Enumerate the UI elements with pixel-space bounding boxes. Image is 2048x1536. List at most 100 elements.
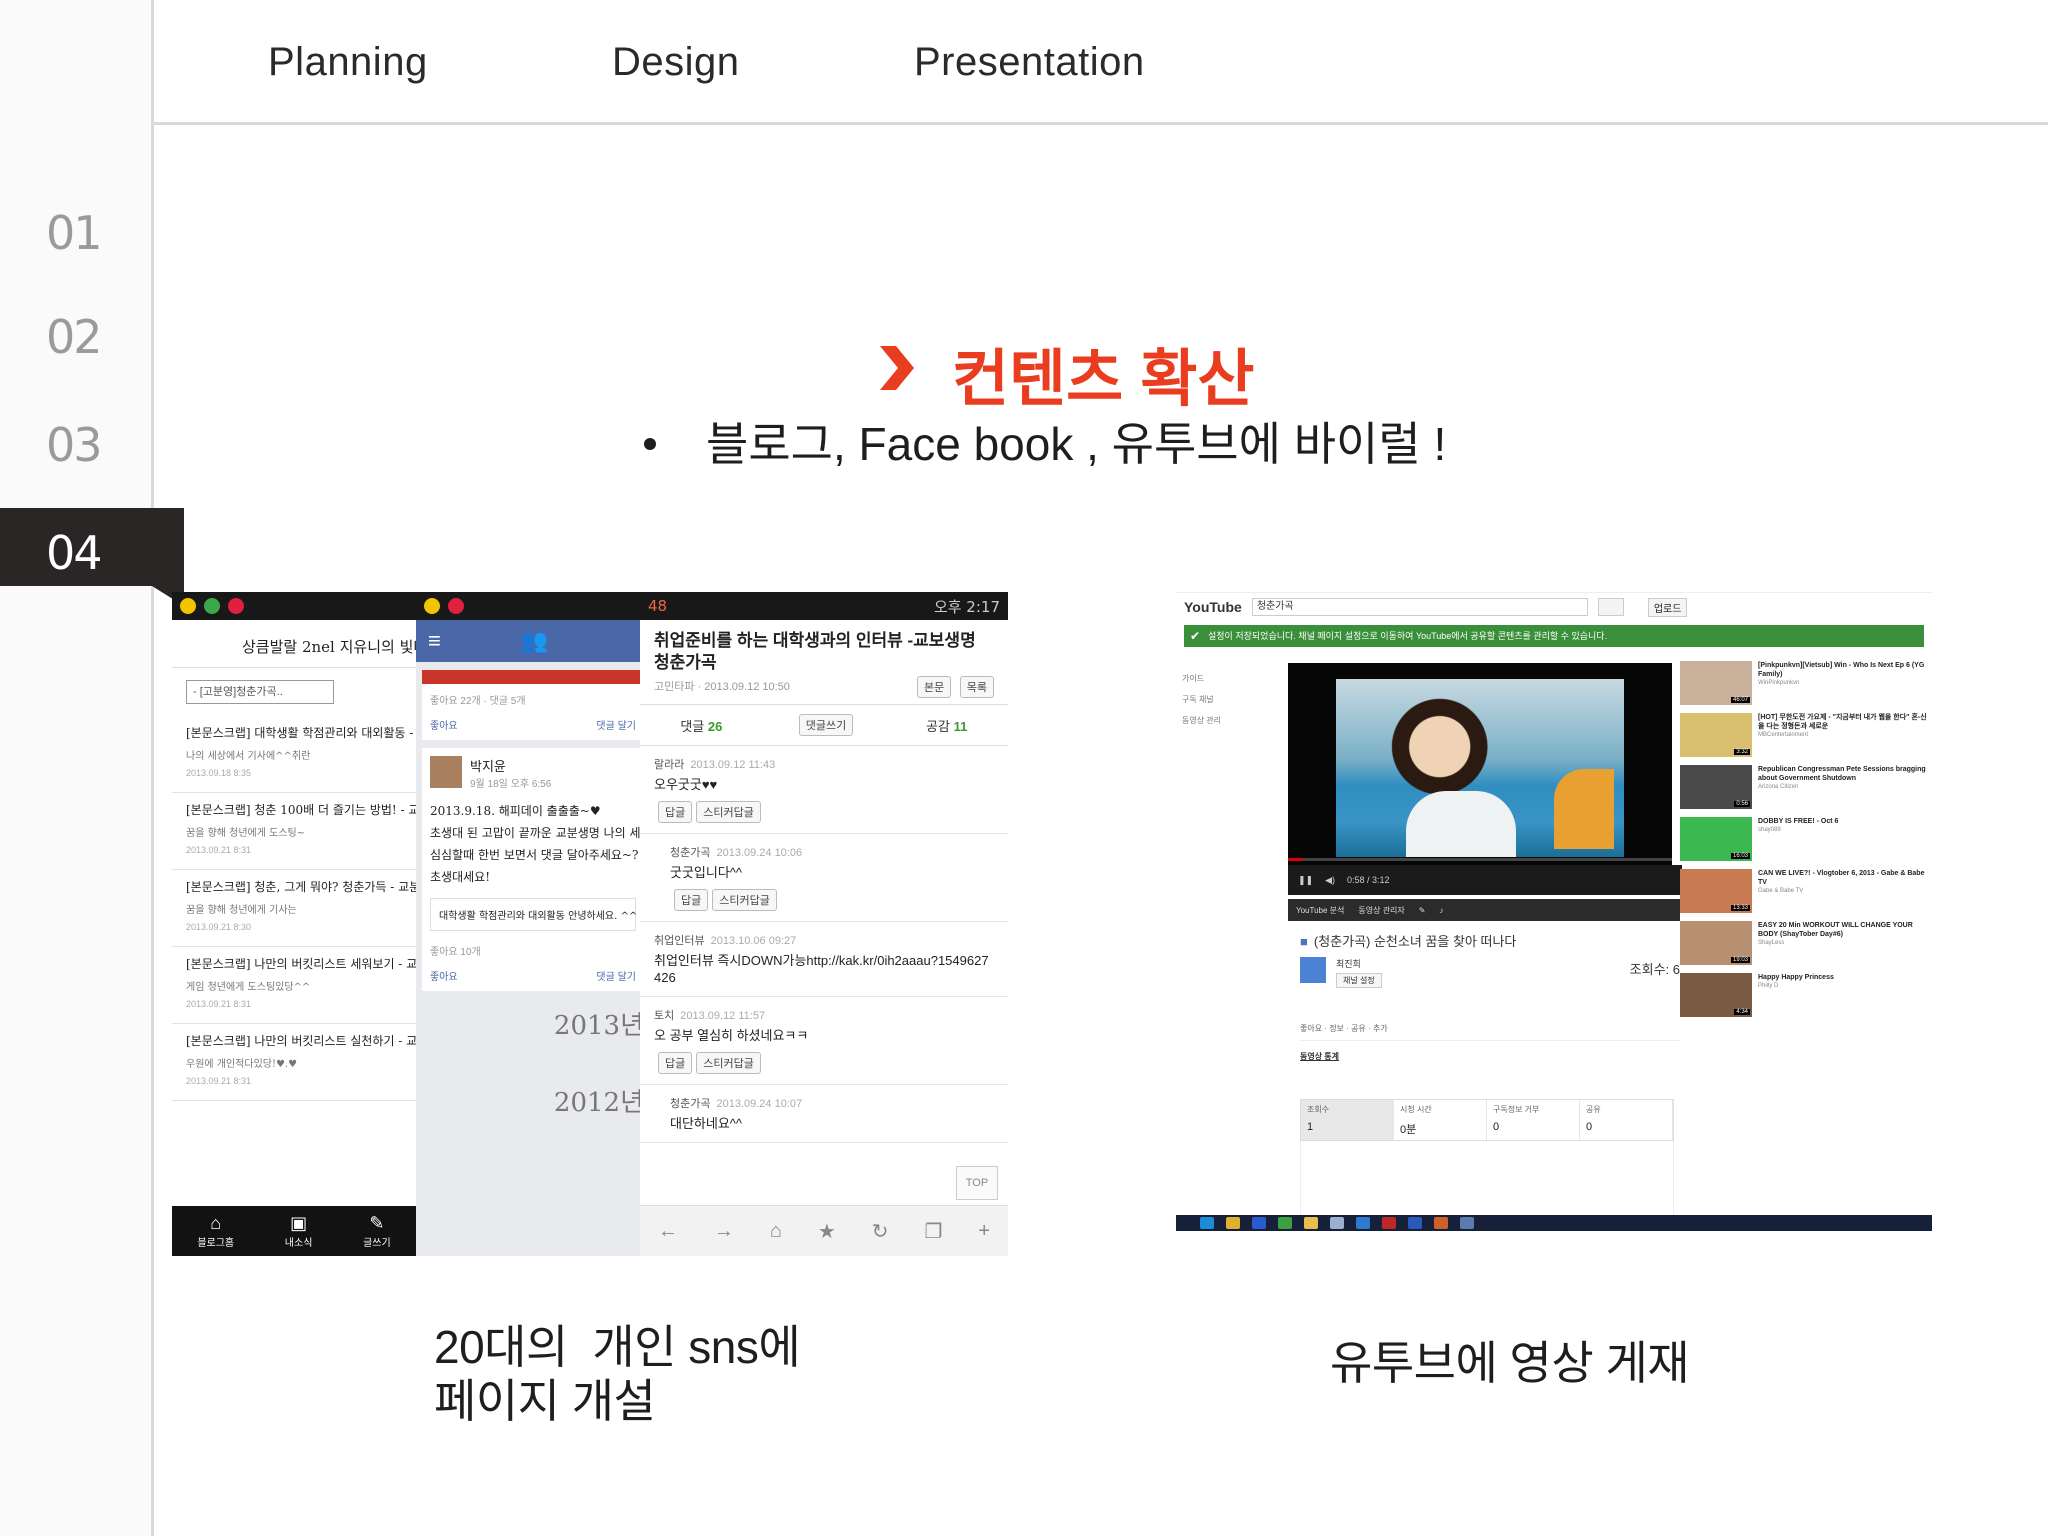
nav-planning[interactable]: Planning — [268, 40, 428, 85]
tab-blog-home[interactable]: ⌂ 블로그홈 — [197, 1213, 234, 1249]
tab-empathy[interactable]: 공감 11 — [885, 716, 1008, 735]
pause-icon[interactable]: ❚❚ — [1298, 875, 1313, 886]
like-button[interactable]: 좋아요 — [430, 968, 458, 983]
facebook-phone-screenshot: ≡ 👥 좋아요 22개 · 댓글 5개 좋아요 댓글 달기 박지윤 9월 18일… — [416, 592, 650, 1256]
related-video[interactable]: 19:03 EASY 20 Min WORKOUT WILL CHANGE YO… — [1680, 921, 1928, 973]
stat-cell[interactable]: 시청 시간 0분 — [1394, 1100, 1487, 1140]
right-caption: 유투브에 영상 게재 — [1330, 1337, 1690, 1389]
app-icon[interactable] — [1252, 1217, 1266, 1229]
guide-item[interactable]: 동영상 관리 — [1182, 715, 1252, 726]
nav-presentation[interactable]: Presentation — [914, 40, 1145, 85]
news-icon: ▣ — [290, 1213, 308, 1233]
app-icon[interactable] — [1278, 1217, 1292, 1229]
list-item[interactable]: [본문스크랩] 대학생활 학점관리와 대외활동 - 교 나의 세상에서 기사에^… — [172, 716, 416, 793]
timeline-year[interactable]: 2012년 — [416, 1082, 650, 1119]
browser-nav-bar: ← → ⌂ ★ ↻ ❐ + — [640, 1205, 1008, 1256]
music-icon[interactable]: ♪ — [1439, 906, 1443, 915]
tab-news[interactable]: ▣ 내소식 — [285, 1213, 313, 1249]
word-icon[interactable] — [1408, 1217, 1422, 1229]
list-button[interactable]: 목록 — [959, 676, 994, 698]
comment-button[interactable]: 댓글 달기 — [596, 968, 636, 983]
related-video[interactable]: 13:33 CAN WE LIVE?! - Vlogtober 6, 2013 … — [1680, 869, 1928, 921]
stat-cell[interactable]: 공유 0 — [1580, 1100, 1673, 1140]
related-video[interactable]: 0:56 Republican Congressman Pete Session… — [1680, 765, 1928, 817]
nav-design[interactable]: Design — [612, 40, 740, 85]
related-video[interactable]: 16:03 DOBBY IS FREE! - Oct 6 shay089 — [1680, 817, 1928, 869]
bullet-point: 블로그, Face book , 유투브에 바이럴 ! — [644, 408, 1446, 474]
tab-comments[interactable]: 댓글 26 — [640, 716, 763, 735]
list-item[interactable]: [본문스크랩] 청춘 100배 더 즐기는 방법! - 교분생 꿈을 향해 청년… — [172, 793, 416, 870]
sidebar-item-03[interactable]: 03 — [46, 418, 103, 472]
volume-icon[interactable]: ◀) — [1325, 875, 1335, 886]
guide-item[interactable]: 구독 채널 — [1182, 694, 1252, 705]
tab-write-comment[interactable]: 댓글쓰기 — [763, 714, 886, 736]
channel-settings-button[interactable]: 채널 설정 — [1336, 973, 1382, 988]
video-thumbnail: 46:07 — [1680, 661, 1752, 705]
refresh-icon[interactable]: ↻ — [872, 1219, 889, 1244]
forward-icon[interactable]: → — [714, 1220, 734, 1243]
blog-bottom-bar: ⌂ 블로그홈 ▣ 내소식 ✎ 글쓰기 — [172, 1206, 416, 1256]
edit-icon[interactable]: ✎ — [1419, 906, 1426, 915]
video-player[interactable]: ❚❚ ◀) 0:58 / 3:12 — [1288, 663, 1682, 895]
folder-icon[interactable] — [1304, 1217, 1318, 1229]
video-manager-button[interactable]: 동영상 관리자 — [1358, 905, 1404, 916]
home-icon[interactable]: ⌂ — [770, 1220, 782, 1243]
powerpoint-icon[interactable] — [1434, 1217, 1448, 1229]
related-video[interactable]: 46:07 [Pinkpunkvn][Vietsub] Win - Who Is… — [1680, 661, 1928, 713]
list-item[interactable]: [본문스크랩] 나만의 버킷리스트 실천하기 - 교분생명 우원에 개인적다있당… — [172, 1024, 416, 1101]
app-icon[interactable] — [1356, 1217, 1370, 1229]
sticker-reply-button[interactable]: 스티커답글 — [696, 801, 761, 823]
post-snippet: 나의 세상에서 기사에^^취란 — [186, 751, 311, 762]
category-select[interactable]: - [고분영]청춘가곡.. — [186, 680, 334, 704]
avatar — [430, 756, 462, 788]
header-divider — [153, 122, 2048, 125]
stat-cell[interactable]: 구독정보 거부 0 — [1487, 1100, 1580, 1140]
menu-icon[interactable]: ≡ — [428, 628, 441, 654]
reply-button[interactable]: 답글 — [658, 801, 693, 823]
friends-icon[interactable]: 👥 — [521, 628, 548, 654]
plus-icon[interactable]: + — [978, 1220, 990, 1243]
guide-item[interactable]: 가이드 — [1182, 673, 1252, 684]
list-item[interactable]: [본문스크랩] 나만의 버킷리스트 세워보기 - 교분생명 게임 청년에게 도스… — [172, 947, 416, 1024]
search-input[interactable]: 청춘가곡 — [1251, 598, 1588, 616]
body-button[interactable]: 본문 — [917, 676, 952, 698]
sticker-reply-button[interactable]: 스티커답글 — [712, 889, 777, 911]
related-video[interactable]: 4:34 Happy Happy Princess Philly D — [1680, 973, 1928, 1025]
ie-icon[interactable] — [1200, 1217, 1214, 1229]
post-snippet: 게임 청년에게 도스팅있당^^ — [186, 982, 311, 993]
tab-write[interactable]: ✎ 글쓰기 — [363, 1213, 391, 1249]
search-button[interactable] — [1597, 598, 1624, 616]
channel-name[interactable]: 최진희 — [1336, 957, 1361, 970]
tabs-icon[interactable]: ❐ — [924, 1219, 942, 1244]
sticker-reply-button[interactable]: 스티커답글 — [696, 1052, 761, 1074]
post-date: 2013.09.21 8:31 — [186, 999, 252, 1009]
app-icon[interactable] — [1460, 1217, 1474, 1229]
video-stats-heading[interactable]: 동영상 통계 — [1300, 1051, 1339, 1062]
analytics-button[interactable]: YouTube 분석 — [1296, 905, 1344, 916]
folder-icon[interactable] — [1226, 1217, 1240, 1229]
youtube-logo[interactable]: YouTube — [1184, 599, 1242, 615]
reply-button[interactable]: 답글 — [658, 1052, 693, 1074]
video-progress-bar[interactable] — [1288, 858, 1672, 861]
app-icon[interactable] — [1330, 1217, 1344, 1229]
sidebar-item-02[interactable]: 02 — [46, 310, 103, 364]
avatar[interactable] — [1300, 957, 1326, 983]
scroll-top-button[interactable]: TOP — [956, 1166, 998, 1200]
video-actions[interactable]: 좋아요 · 정보 · 공유 · 추가 — [1300, 1023, 1680, 1041]
star-icon[interactable]: ★ — [818, 1219, 836, 1244]
sidebar-item-04[interactable]: 04 — [46, 526, 103, 580]
like-button[interactable]: 좋아요 — [430, 717, 458, 732]
upload-button[interactable]: 업로드 — [1647, 597, 1688, 617]
app-icon[interactable] — [1382, 1217, 1396, 1229]
back-icon[interactable]: ← — [658, 1220, 678, 1243]
timeline-year[interactable]: 2013년 — [416, 1005, 650, 1042]
stat-cell[interactable]: 조회수 1 — [1301, 1100, 1394, 1140]
shared-link[interactable]: 대학생활 학점관리와 대외활동 안녕하세요. ^^ 벌써, 3 — [430, 898, 650, 931]
related-video[interactable]: 3:32 [HOT] 무한도전 가요제 - "지금부터 내가 웹을 한다" 혼-… — [1680, 713, 1928, 765]
comment-button[interactable]: 댓글 달기 — [596, 717, 636, 732]
post-date: 2013.09.21 8:31 — [186, 845, 252, 855]
sidebar-item-01[interactable]: 01 — [46, 206, 103, 260]
post-meta: 좋아요 22개 · 댓글 5개 — [430, 696, 526, 707]
reply-button[interactable]: 답글 — [674, 889, 709, 911]
list-item[interactable]: [본문스크랩] 청춘, 그게 뭐야? 청춘가득 - 교분생명 꿈을 향해 청년에… — [172, 870, 416, 947]
